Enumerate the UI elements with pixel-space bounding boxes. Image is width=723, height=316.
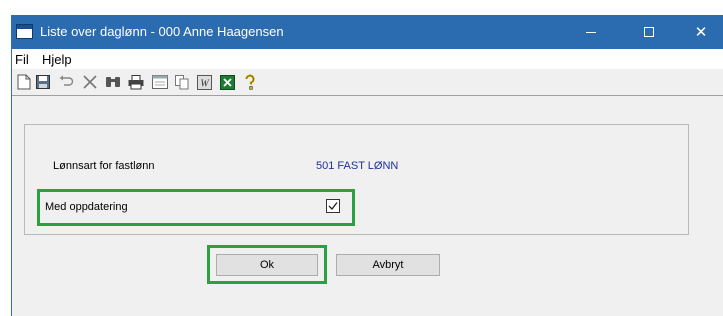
menu-bar: Fil Hjelp	[12, 49, 723, 69]
menu-item-fil[interactable]: Fil	[15, 52, 29, 67]
maximize-button[interactable]	[626, 15, 672, 49]
oppdatering-label: Med oppdatering	[45, 201, 128, 213]
word-export-icon[interactable]: W	[195, 73, 213, 91]
checkmark-icon	[328, 202, 338, 210]
close-button[interactable]: ✕	[678, 15, 723, 49]
save-icon[interactable]	[34, 73, 52, 91]
app-icon	[16, 24, 33, 39]
help-icon[interactable]	[241, 73, 259, 91]
print-icon[interactable]	[127, 73, 145, 91]
title-bar[interactable]: Liste over daglønn - 000 Anne Haagensen …	[12, 15, 723, 49]
oppdatering-checkbox[interactable]	[326, 199, 340, 213]
undo-icon[interactable]	[57, 73, 75, 91]
excel-export-icon[interactable]	[218, 73, 236, 91]
minimize-button[interactable]	[568, 15, 614, 49]
fastlonn-value: 501 FAST LØNN	[316, 160, 399, 172]
new-document-icon[interactable]	[15, 73, 33, 91]
find-icon[interactable]	[104, 73, 122, 91]
window-title: Liste over daglønn - 000 Anne Haagensen	[40, 24, 284, 39]
menu-item-hjelp[interactable]: Hjelp	[42, 52, 72, 67]
minimize-icon	[586, 31, 596, 33]
fastlonn-label: Lønnsart for fastlønn	[53, 160, 155, 172]
preview-icon[interactable]	[151, 73, 169, 91]
copy-icon[interactable]	[173, 73, 191, 91]
close-icon: ✕	[694, 24, 708, 41]
maximize-icon	[644, 27, 654, 37]
ok-button[interactable]: Ok	[216, 254, 318, 276]
cancel-button[interactable]: Avbryt	[336, 254, 440, 276]
toolbar: W	[12, 69, 723, 96]
delete-icon[interactable]	[81, 73, 99, 91]
